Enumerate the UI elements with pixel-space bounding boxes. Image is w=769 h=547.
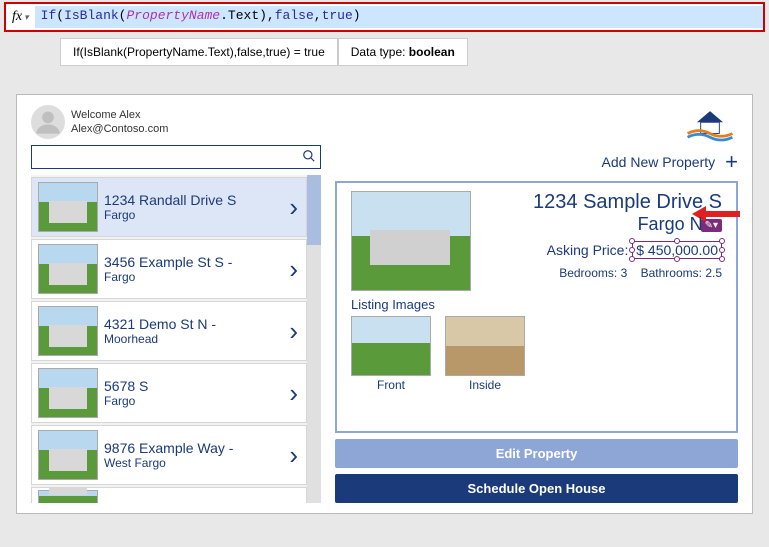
listing-image-item[interactable]: Front [351,316,431,392]
property-thumb [38,368,98,418]
welcome-block: Welcome Alex Alex@Contoso.com [71,108,168,137]
chevron-down-icon[interactable]: ▾ [24,12,29,23]
formula-bar[interactable]: fx▾ If(IsBlank(PropertyName.Text),false,… [4,2,765,32]
formula-eval-datatype: Data type: boolean [338,38,468,66]
property-detail-card: 1234 Sample Drive S Fargo N✎▾ Asking Pri… [335,181,738,433]
left-column: Welcome Alex Alex@Contoso.com 1234 Randa… [31,105,321,503]
avatar [31,105,65,139]
property-main-image [351,191,471,291]
formula-eval-result: If(IsBlank(PropertyName.Text),false,true… [60,38,338,66]
gallery-item[interactable]: 5678 S Fargo › [31,363,307,423]
chevron-right-icon[interactable]: › [281,378,306,409]
chevron-right-icon[interactable]: › [281,192,306,223]
listing-thumb [351,316,431,376]
fx-label: fx▾ [6,9,35,25]
formula-token-text: .Text) [220,8,267,23]
listing-caption: Front [351,378,431,392]
right-column: Add New Property + 1234 Sample Drive S F… [335,105,738,503]
formula-input[interactable]: If(IsBlank(PropertyName.Text),false,true… [35,6,763,28]
scrollbar-thumb[interactable] [307,175,321,245]
gallery-item-title: 9876 Example Way - [104,440,281,456]
bathrooms-label: Bathrooms: [641,266,702,280]
price-value-selected-control[interactable]: $ 450,000.00 [632,241,722,259]
property-gallery: 1234 Randall Drive S Fargo › 3456 Exampl… [31,175,321,503]
bedrooms-value: 3 [621,266,628,280]
gallery-item[interactable] [31,487,307,503]
listing-image-item[interactable]: Inside [445,316,525,392]
property-city: Fargo N [638,214,703,235]
person-icon [34,108,62,136]
welcome-text: Welcome Alex [71,108,168,122]
price-label: Asking Price: [547,242,629,258]
user-email: Alex@Contoso.com [71,122,168,136]
search-icon[interactable] [298,149,320,166]
property-thumb [38,490,98,503]
add-property-label: Add New Property [602,154,716,170]
annotation-arrow-icon [704,211,740,217]
gallery-item[interactable]: 1234 Randall Drive S Fargo › [31,177,307,237]
formula-eval-row: If(IsBlank(PropertyName.Text),false,true… [0,34,769,70]
property-thumb [38,306,98,356]
gallery-item-title: 5678 S [104,378,281,394]
search-input[interactable] [32,150,298,164]
gallery-item-title: 4321 Demo St N - [104,316,281,332]
gallery-item-subtitle: Moorhead [104,332,281,346]
formula-token-isblank: IsBlank [64,8,119,23]
chevron-right-icon[interactable]: › [281,316,306,347]
listing-thumb [445,316,525,376]
bedrooms-label: Bedrooms: [559,266,617,280]
gallery-item-subtitle: Fargo [104,270,281,284]
search-box[interactable] [31,145,321,169]
edit-property-button[interactable]: Edit Property [335,439,738,468]
formula-token-true: true [322,8,353,23]
gallery-item[interactable]: 4321 Demo St N - Moorhead › [31,301,307,361]
gallery-item[interactable]: 3456 Example St S - Fargo › [31,239,307,299]
gallery-item[interactable]: 9876 Example Way - West Fargo › [31,425,307,485]
formula-token-false: false [275,8,314,23]
gallery-item-title: 3456 Example St S - [104,254,281,270]
app-logo-icon [682,107,738,145]
property-thumb [38,244,98,294]
plus-icon[interactable]: + [725,149,738,175]
gallery-item-subtitle: Fargo [104,208,281,222]
formula-token-if: If [41,8,57,23]
chevron-right-icon[interactable]: › [281,440,306,471]
bathrooms-value: 2.5 [705,266,722,280]
gallery-item-title: 1234 Randall Drive S [104,192,281,208]
gallery-scrollbar[interactable] [307,175,321,503]
app-canvas: Welcome Alex Alex@Contoso.com 1234 Randa… [0,70,769,514]
property-thumb [38,182,98,232]
formula-token-property: PropertyName [126,8,220,23]
gallery-item-subtitle: West Fargo [104,456,281,470]
add-property-row[interactable]: Add New Property + [335,149,738,175]
chevron-right-icon[interactable]: › [281,254,306,285]
gallery-item-subtitle: Fargo [104,394,281,408]
listing-images-label: Listing Images [351,297,722,312]
listing-caption: Inside [445,378,525,392]
user-header: Welcome Alex Alex@Contoso.com [31,105,321,139]
schedule-open-house-button[interactable]: Schedule Open House [335,474,738,503]
property-name: 1234 Sample Drive S [479,191,722,214]
app-screen: Welcome Alex Alex@Contoso.com 1234 Randa… [16,94,753,514]
property-thumb [38,430,98,480]
